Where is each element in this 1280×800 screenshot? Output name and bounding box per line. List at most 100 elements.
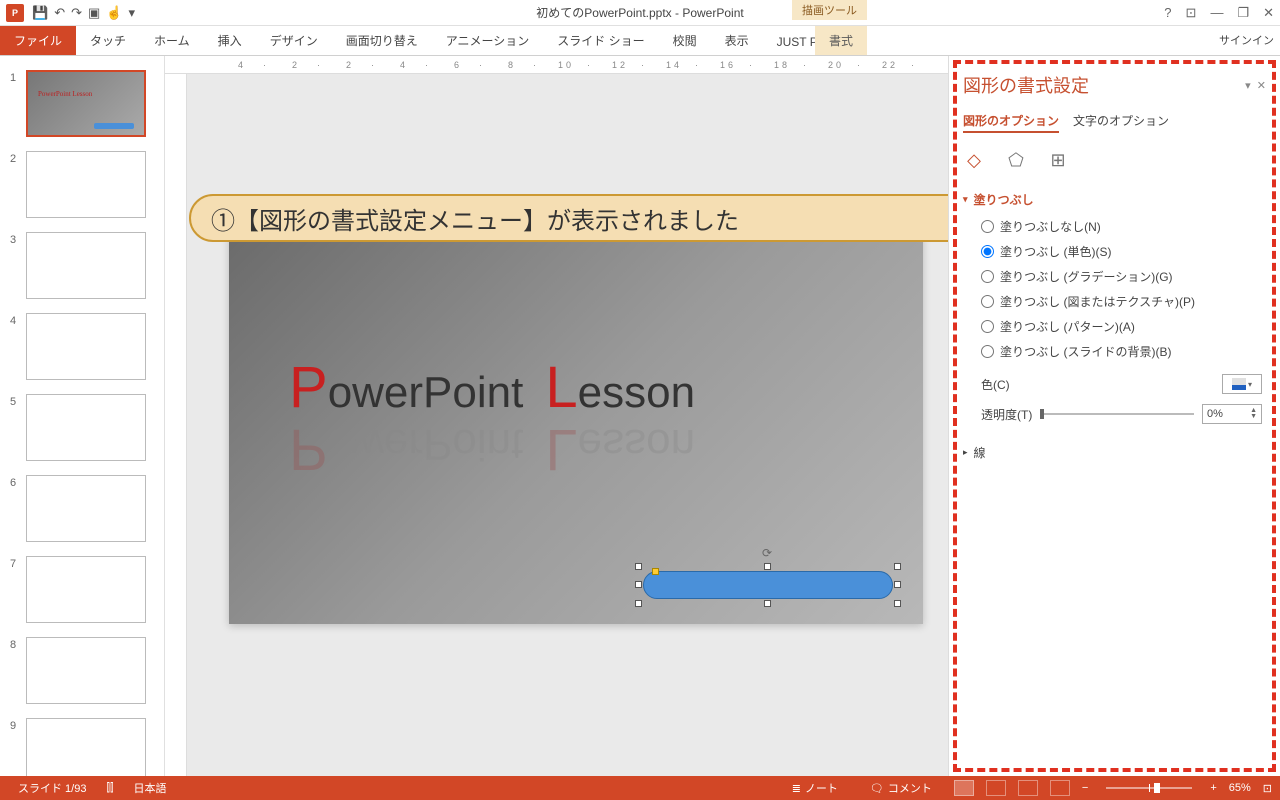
color-row: 色(C) <box>963 364 1266 400</box>
pane-category-icons: ◇ ⬠ ⊞ <box>963 141 1266 185</box>
thumbnail-1[interactable]: 1 PowerPoint Lesson <box>0 70 164 137</box>
canvas[interactable]: ①【図形の書式設定メニュー】が表示されました PowerPoint Lesson… <box>187 74 948 776</box>
fill-line-icon[interactable]: ◇ <box>963 149 985 171</box>
ribbon-options-icon[interactable]: ⊡ <box>1186 5 1197 21</box>
spellcheck-icon[interactable]: ⫿⫿ <box>96 782 123 795</box>
slide-title-reflection: PowerPoint Lesson <box>289 416 695 483</box>
qat-dropdown-icon[interactable]: ▾ <box>128 5 135 21</box>
thumbnail-number: 1 <box>10 70 22 137</box>
contextual-tab-label: 描画ツール <box>792 0 867 20</box>
pane-options-icon[interactable]: ▾ <box>1245 80 1251 92</box>
touch-mode-icon[interactable]: ☝ <box>106 5 122 21</box>
resize-handle[interactable] <box>635 581 642 588</box>
pane-close-icon[interactable]: ✕ <box>1257 80 1266 92</box>
tab-text-options[interactable]: 文字のオプション <box>1073 112 1169 133</box>
save-icon[interactable]: 💾 <box>32 5 48 21</box>
resize-handle[interactable] <box>894 600 901 607</box>
slide-thumbnails: 1 PowerPoint Lesson 2 3 4 5 6 7 8 9 <box>0 56 165 776</box>
slideshow-view-icon[interactable] <box>1050 780 1070 796</box>
annotation-text: ①【図形の書式設定メニュー】が表示されました <box>211 201 739 236</box>
slide-counter[interactable]: スライド 1/93 <box>8 780 96 796</box>
thumbnail-5[interactable]: 5 <box>0 394 164 461</box>
thumbnail-image: PowerPoint Lesson <box>26 70 146 137</box>
app-icon: P <box>6 4 24 22</box>
resize-handle[interactable] <box>635 600 642 607</box>
transparency-row: 透明度(T) 0% ▲▼ <box>963 400 1266 428</box>
zoom-level[interactable]: 65% <box>1229 782 1251 794</box>
resize-handle[interactable] <box>764 563 771 570</box>
fill-picture[interactable]: 塗りつぶし (図またはテクスチャ)(P) <box>981 289 1266 314</box>
quick-access-toolbar: 💾 ↶ ↷ ▣ ☝ ▾ <box>32 5 135 21</box>
fit-to-window-icon[interactable]: ⊡ <box>1263 782 1272 795</box>
start-slideshow-icon[interactable]: ▣ <box>88 5 100 21</box>
tab-slideshow[interactable]: スライド ショー <box>543 26 658 55</box>
pane-option-tabs: 図形のオプション 文字のオプション <box>963 108 1266 141</box>
thumbnail-4[interactable]: 4 <box>0 313 164 380</box>
language-indicator[interactable]: 日本語 <box>124 780 177 796</box>
thumbnail-3[interactable]: 3 <box>0 232 164 299</box>
fill-none[interactable]: 塗りつぶしなし(N) <box>981 214 1266 239</box>
thumbnail-6[interactable]: 6 <box>0 475 164 542</box>
zoom-out-icon[interactable]: − <box>1082 782 1088 794</box>
thumbnail-2[interactable]: 2 <box>0 151 164 218</box>
resize-handle[interactable] <box>894 581 901 588</box>
spinner-buttons[interactable]: ▲▼ <box>1250 408 1257 420</box>
tab-insert[interactable]: 挿入 <box>204 26 256 55</box>
tab-view[interactable]: 表示 <box>711 26 763 55</box>
fill-options: 塗りつぶしなし(N) 塗りつぶし (単色)(S) 塗りつぶし (グラデーション)… <box>963 214 1266 364</box>
help-icon[interactable]: ? <box>1164 5 1171 21</box>
window-title: 初めてのPowerPoint.pptx - PowerPoint <box>536 4 743 21</box>
tab-design[interactable]: デザイン <box>256 26 332 55</box>
slide[interactable]: PowerPoint Lesson PowerPoint Lesson <box>229 234 923 624</box>
fill-pattern[interactable]: 塗りつぶし (パターン)(A) <box>981 314 1266 339</box>
redo-icon[interactable]: ↷ <box>71 5 82 21</box>
selected-shape[interactable] <box>643 571 893 599</box>
transparency-label: 透明度(T) <box>981 406 1032 423</box>
tab-format[interactable]: 書式 <box>815 26 867 55</box>
notes-button[interactable]: ≣ ノート <box>782 780 848 796</box>
section-fill[interactable]: 塗りつぶし <box>963 185 1266 214</box>
minimize-icon[interactable]: — <box>1210 5 1223 21</box>
fill-slidebg[interactable]: 塗りつぶし (スライドの背景)(B) <box>981 339 1266 364</box>
signin-link[interactable]: サインイン <box>1219 32 1274 48</box>
zoom-in-icon[interactable]: + <box>1210 782 1216 794</box>
thumbnail-9[interactable]: 9 <box>0 718 164 776</box>
thumbnail-7[interactable]: 7 <box>0 556 164 623</box>
undo-icon[interactable]: ↶ <box>54 5 65 21</box>
resize-handle[interactable] <box>764 600 771 607</box>
vertical-ruler <box>165 74 187 776</box>
size-properties-icon[interactable]: ⊞ <box>1047 149 1069 171</box>
restore-icon[interactable]: ❐ <box>1237 5 1249 21</box>
normal-view-icon[interactable] <box>954 780 974 796</box>
paint-can-icon <box>1232 378 1246 390</box>
title-bar: P 💾 ↶ ↷ ▣ ☝ ▾ 初めてのPowerPoint.pptx - Powe… <box>0 0 1280 26</box>
resize-handle[interactable] <box>635 563 642 570</box>
pane-controls: ▾ ✕ <box>1245 79 1266 92</box>
slide-title: PowerPoint Lesson <box>289 354 695 421</box>
section-line[interactable]: 線 <box>963 438 1266 467</box>
rotate-handle-icon[interactable] <box>762 546 774 558</box>
comments-button[interactable]: 🗨 コメント <box>860 780 942 796</box>
slide-editor: 4 2 2 4 6 8 10 12 14 16 18 20 22 ①【図形の書式… <box>165 56 948 776</box>
thumbnail-8[interactable]: 8 <box>0 637 164 704</box>
zoom-slider[interactable] <box>1106 787 1192 789</box>
effects-icon[interactable]: ⬠ <box>1005 149 1027 171</box>
transparency-spinner[interactable]: 0% ▲▼ <box>1202 404 1262 424</box>
close-icon[interactable]: ✕ <box>1263 5 1274 21</box>
tab-animations[interactable]: アニメーション <box>432 26 544 55</box>
zoom-thumb[interactable] <box>1154 783 1160 793</box>
reading-view-icon[interactable] <box>1018 780 1038 796</box>
tab-shape-options[interactable]: 図形のオプション <box>963 112 1059 133</box>
sorter-view-icon[interactable] <box>986 780 1006 796</box>
annotation-callout: ①【図形の書式設定メニュー】が表示されました <box>189 194 948 242</box>
fill-solid[interactable]: 塗りつぶし (単色)(S) <box>981 239 1266 264</box>
resize-handle[interactable] <box>894 563 901 570</box>
fill-gradient[interactable]: 塗りつぶし (グラデーション)(G) <box>981 264 1266 289</box>
tab-review[interactable]: 校閲 <box>659 26 711 55</box>
tab-file[interactable]: ファイル <box>0 26 76 55</box>
tab-transitions[interactable]: 画面切り替え <box>332 26 432 55</box>
tab-touch[interactable]: タッチ <box>76 26 140 55</box>
tab-home[interactable]: ホーム <box>140 26 204 55</box>
color-picker-button[interactable] <box>1222 374 1262 394</box>
transparency-slider[interactable] <box>1040 413 1194 415</box>
